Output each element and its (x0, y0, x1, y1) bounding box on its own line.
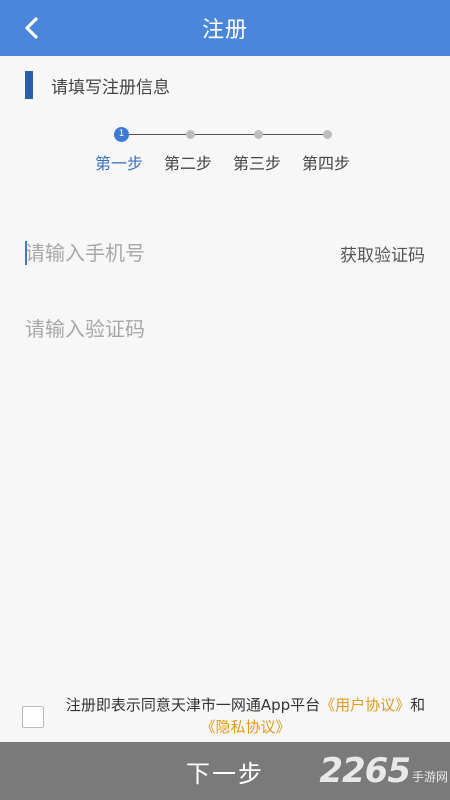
agreement-conjunction: 和 (410, 696, 426, 714)
step-connector (262, 134, 323, 135)
step-label-3: 第三步 (233, 154, 282, 173)
code-field (25, 307, 425, 351)
watermark-text: 手游网 (411, 769, 448, 784)
text-cursor (25, 241, 27, 265)
registration-stepper: 1 第一步 第二步 第三步 第四步 (0, 120, 450, 180)
step-indicator-4 (323, 130, 332, 139)
watermark-number: 2265 (319, 751, 411, 791)
agreement-checkbox[interactable] (22, 706, 44, 728)
agreement-row: 注册即表示同意天津市一网通App平台《用户协议》和《隐私协议》 (20, 694, 440, 740)
step-label-1: 第一步 (95, 154, 144, 173)
step-indicator-2 (186, 130, 195, 139)
section-accent-bar (25, 71, 33, 99)
get-code-button[interactable]: 获取验证码 (340, 241, 425, 266)
chevron-left-icon (25, 17, 38, 39)
agreement-prefix: 注册即表示同意天津市一网通App平台 (65, 696, 321, 714)
section-title: 请填写注册信息 (51, 77, 170, 98)
section-header: 请填写注册信息 (25, 71, 170, 99)
privacy-agreement-link[interactable]: 《隐私协议》 (200, 718, 290, 736)
step-indicator-3 (254, 130, 263, 139)
step-label-4: 第四步 (302, 154, 351, 173)
step-indicator-1: 1 (114, 127, 129, 142)
back-button[interactable] (14, 12, 50, 44)
phone-input[interactable] (25, 231, 340, 275)
step-connector (194, 134, 255, 135)
next-step-label: 下一步 (186, 759, 264, 788)
site-watermark: 2265 手游网 (319, 748, 448, 794)
agreement-text: 注册即表示同意天津市一网通App平台《用户协议》和《隐私协议》 (58, 694, 433, 738)
code-input[interactable] (25, 307, 425, 351)
user-agreement-link[interactable]: 《用户协议》 (320, 696, 410, 714)
phone-field: 获取验证码 (25, 231, 425, 275)
step-connector (127, 134, 187, 135)
step-label-2: 第二步 (164, 154, 213, 173)
page-title: 注册 (201, 18, 248, 43)
app-header: 注册 (0, 0, 450, 56)
